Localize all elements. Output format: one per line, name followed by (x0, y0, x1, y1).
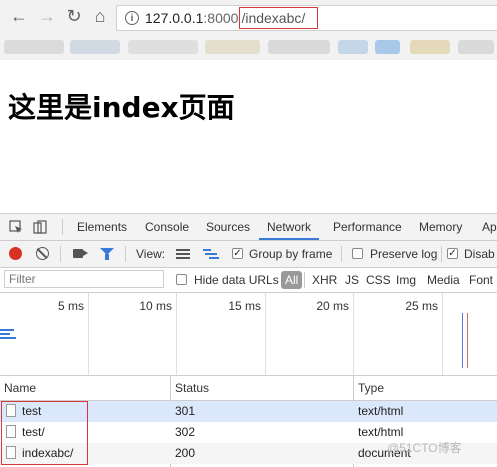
bookmarks-bar (0, 33, 497, 60)
hide-data-urls-label: Hide data URLs (194, 273, 279, 287)
list-view-icon[interactable] (176, 249, 190, 259)
tick-line (88, 293, 89, 375)
tick-line (353, 293, 354, 375)
request-bar (0, 337, 16, 339)
group-by-frame-checkbox[interactable]: ✓ (232, 248, 243, 259)
tab-application[interactable]: Ap (482, 214, 497, 240)
filter-all-button[interactable]: All (281, 271, 303, 289)
back-icon[interactable]: ← (8, 5, 30, 27)
device-toolbar-icon[interactable] (33, 220, 47, 234)
tick-line (442, 293, 443, 375)
separator (341, 246, 342, 262)
filter-input[interactable] (4, 270, 164, 288)
bookmark-item[interactable] (458, 40, 494, 54)
address-bar[interactable]: i 127.0.0.1:8000/indexabc/ (116, 5, 497, 31)
filter-xhr-button[interactable]: XHR (312, 268, 337, 292)
tick-label: 20 ms (316, 299, 349, 313)
hide-data-urls-checkbox[interactable] (176, 274, 187, 285)
separator (441, 246, 442, 262)
separator (62, 219, 63, 235)
filter-img-button[interactable]: Img (396, 268, 416, 292)
request-name: test/ (22, 425, 45, 439)
tab-elements[interactable]: Elements (77, 214, 127, 240)
request-status: 302 (175, 425, 196, 439)
separator (304, 272, 305, 288)
separator (60, 246, 61, 262)
network-overview-timeline[interactable]: 5 ms 10 ms 15 ms 20 ms 25 ms (0, 293, 497, 376)
tick-line (265, 293, 266, 375)
bookmark-item[interactable] (4, 40, 64, 54)
filter-icon[interactable] (100, 248, 114, 260)
watermark: @51CTO博客 (387, 441, 462, 455)
requests-table-header: Name Status Type (0, 376, 497, 401)
group-by-frame-label: Group by frame (249, 247, 333, 261)
tab-memory[interactable]: Memory (419, 214, 462, 240)
document-icon (6, 404, 16, 417)
filter-bar: Hide data URLs All XHR JS CSS Img Media … (0, 268, 497, 293)
bookmark-item[interactable] (70, 40, 120, 54)
info-icon[interactable]: i (125, 11, 139, 25)
document-icon (6, 446, 16, 459)
bookmark-item[interactable] (375, 40, 400, 54)
bookmark-item[interactable] (268, 40, 330, 54)
bookmark-item[interactable] (128, 40, 198, 54)
request-status: 200 (175, 446, 196, 460)
request-name: test (22, 404, 42, 418)
bookmark-item[interactable] (410, 40, 450, 54)
network-toolbar: View: ✓ Group by frame Preserve log ✓ Di… (0, 241, 497, 268)
tick-label: 25 ms (405, 299, 438, 313)
reload-icon[interactable]: ↻ (63, 5, 85, 27)
url-path: /indexabc/ (239, 7, 319, 29)
url-host: 127.0.0.1 (145, 10, 204, 26)
bookmark-item[interactable] (338, 40, 368, 54)
disable-cache-checkbox[interactable]: ✓ (447, 248, 458, 259)
separator (125, 246, 126, 262)
document-icon (6, 425, 16, 438)
tick-label: 5 ms (57, 299, 84, 313)
tab-performance[interactable]: Performance (333, 214, 402, 240)
camera-icon[interactable] (73, 249, 88, 258)
disable-cache-label: Disab (464, 247, 495, 261)
record-icon[interactable] (9, 247, 22, 260)
home-icon[interactable]: ⌂ (89, 5, 111, 27)
preserve-log-checkbox[interactable] (352, 248, 363, 259)
inspect-element-icon[interactable] (9, 220, 23, 234)
devtools-tabbar: Elements Console Sources Network Perform… (0, 214, 497, 241)
clear-icon[interactable] (36, 247, 49, 260)
filter-css-button[interactable]: CSS (366, 268, 391, 292)
tab-console[interactable]: Console (145, 214, 189, 240)
table-row[interactable]: test 301 text/html (0, 401, 497, 422)
tick-label: 10 ms (139, 299, 172, 313)
filter-js-button[interactable]: JS (345, 268, 359, 292)
url-port: :8000 (203, 10, 239, 26)
load-marker (467, 313, 468, 368)
tab-sources[interactable]: Sources (206, 214, 250, 240)
tick-label: 15 ms (228, 299, 261, 313)
view-label: View: (136, 247, 166, 261)
preserve-log-label: Preserve log (370, 247, 438, 261)
column-type[interactable]: Type (358, 376, 384, 400)
request-type: text/html (358, 404, 404, 418)
tab-network[interactable]: Network (259, 214, 320, 240)
request-bar (0, 333, 10, 335)
column-status[interactable]: Status (175, 376, 209, 400)
forward-icon[interactable]: → (36, 5, 58, 27)
tick-line (176, 293, 177, 375)
devtools-panel: Elements Console Sources Network Perform… (0, 213, 497, 467)
dom-content-loaded-marker (462, 313, 463, 368)
request-status: 301 (175, 404, 196, 418)
column-name[interactable]: Name (4, 376, 36, 400)
filter-media-button[interactable]: Media (427, 268, 460, 292)
bookmark-item[interactable] (205, 40, 260, 54)
page-title: 这里是index页面 (8, 91, 235, 124)
request-bar (0, 329, 14, 331)
waterfall-view-icon[interactable] (203, 249, 219, 259)
filter-font-button[interactable]: Font (469, 268, 493, 292)
request-name: indexabc/ (22, 446, 74, 460)
